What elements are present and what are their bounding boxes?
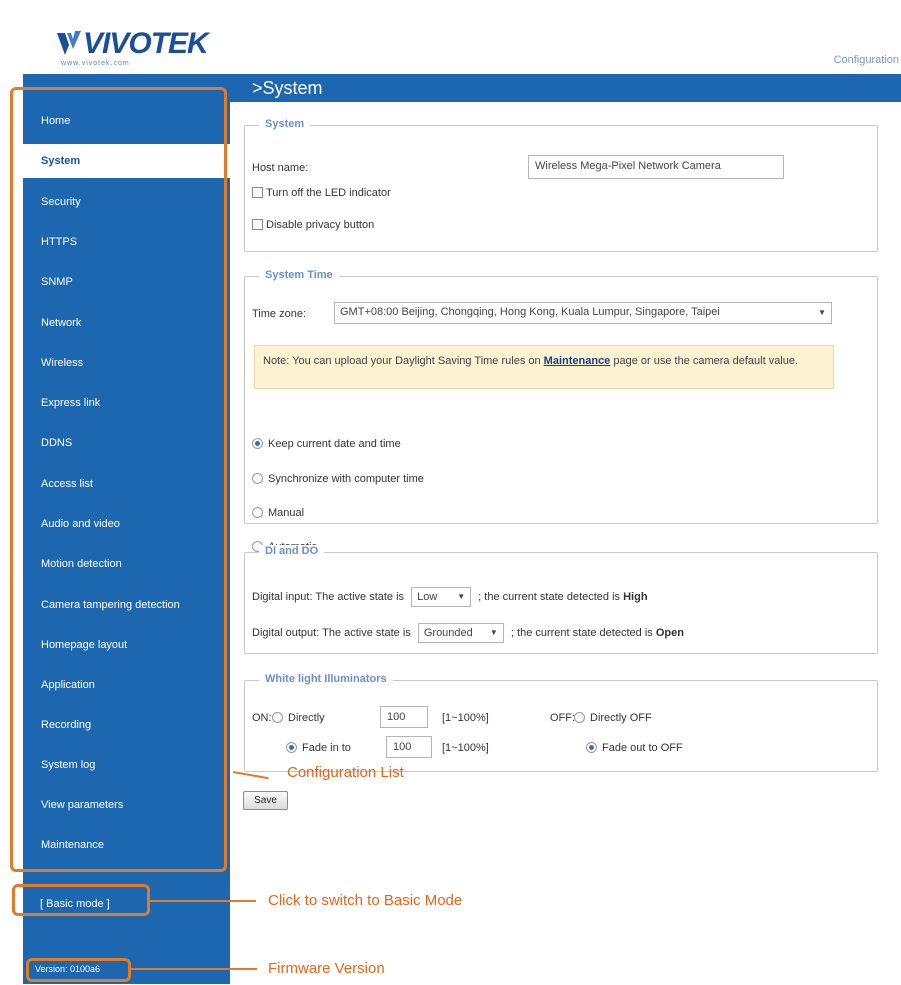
- note-text: Note: You can upload your Daylight Savin…: [263, 355, 544, 367]
- directly-off-label: Directly OFF: [590, 712, 652, 724]
- di-suffix: ; the current state detected is: [478, 591, 621, 603]
- time-option-radio[interactable]: [252, 438, 263, 449]
- page-title: >System: [252, 78, 323, 98]
- config-callout-text: Configuration List: [287, 764, 404, 781]
- host-name-input[interactable]: Wireless Mega-Pixel Network Camera: [528, 155, 784, 179]
- directly-range: [1~100%]: [442, 712, 489, 724]
- timezone-label: Time zone:: [252, 308, 307, 320]
- timezone-select[interactable]: GMT+08:00 Beijing, Chongqing, Hong Kong,…: [334, 302, 832, 324]
- directly-off-option[interactable]: Directly OFF: [574, 712, 652, 724]
- configuration-list-highlight: [10, 87, 227, 872]
- privacy-checkbox[interactable]: [252, 219, 263, 230]
- do-state: Open: [655, 627, 684, 639]
- fade-in-radio[interactable]: [286, 742, 297, 753]
- digital-output-row: Digital output: The active state is Grou…: [252, 623, 684, 643]
- firmware-callout-text: Firmware Version: [268, 960, 385, 977]
- time-option[interactable]: Synchronize with computer time: [252, 473, 424, 485]
- di-select-value: Low: [417, 591, 438, 603]
- firmware-version-highlight: [26, 958, 131, 982]
- time-option[interactable]: Keep current date and time: [252, 438, 401, 450]
- directly-label: Directly: [288, 712, 325, 724]
- timezone-value: GMT+08:00 Beijing, Chongqing, Hong Kong,…: [340, 306, 720, 318]
- fade-out-label: Fade out to OFF: [602, 742, 683, 754]
- di-do-legend: DI and DO: [259, 545, 325, 557]
- time-option-label: Manual: [268, 507, 305, 519]
- directly-radio[interactable]: [272, 712, 283, 723]
- time-option-radio[interactable]: [252, 473, 263, 484]
- time-option-label: Keep current date and time: [268, 438, 401, 450]
- do-suffix: ; the current state detected is: [510, 627, 653, 639]
- note-text-suffix: page or use the camera default value.: [610, 355, 799, 367]
- led-label: Turn off the LED indicator: [266, 187, 391, 199]
- digital-input-row: Digital input: The active state is Low ▼ …: [252, 587, 648, 607]
- save-button[interactable]: Save: [243, 791, 288, 810]
- fade-in-range: [1~100%]: [442, 742, 489, 754]
- vivotek-logo: VIVOTEK www.vivotek.com: [55, 27, 225, 71]
- time-option[interactable]: Manual: [252, 507, 304, 519]
- basic-mode-callout-text: Click to switch to Basic Mode: [268, 892, 463, 909]
- fade-in-value-input[interactable]: 100: [386, 736, 432, 758]
- logo-subtext: www.vivotek.com: [61, 60, 130, 67]
- white-light-legend: White light Illuminators: [259, 673, 393, 685]
- fade-out-option[interactable]: Fade out to OFF: [586, 742, 683, 754]
- fade-in-option[interactable]: Fade in to: [286, 742, 351, 754]
- system-legend: System: [259, 118, 311, 130]
- main-content: System Host name: Wireless Mega-Pixel Ne…: [230, 102, 901, 984]
- chevron-down-icon: ▼: [818, 308, 826, 317]
- do-select-value: Grounded: [423, 627, 473, 639]
- header: VIVOTEK www.vivotek.com Configuration: [23, 6, 901, 74]
- time-option-label: Synchronize with computer time: [268, 473, 424, 485]
- di-state: High: [623, 591, 648, 603]
- system-time-legend: System Time: [259, 269, 339, 281]
- chevron-down-icon: ▼: [457, 592, 466, 601]
- di-active-select[interactable]: Low ▼: [411, 587, 472, 607]
- chevron-down-icon: ▼: [489, 628, 498, 637]
- on-label: ON:: [252, 712, 272, 724]
- logo-text: VIVOTEK: [83, 27, 209, 60]
- do-prefix: Digital output: The active state is: [252, 627, 411, 639]
- host-name-label: Host name:: [252, 162, 309, 174]
- privacy-option[interactable]: Disable privacy button: [252, 219, 374, 231]
- off-label: OFF:: [550, 712, 576, 724]
- fade-out-radio[interactable]: [586, 742, 597, 753]
- basic-mode-callout-line: [150, 900, 256, 902]
- fade-in-label: Fade in to: [302, 742, 351, 754]
- configuration-link[interactable]: Configuration: [834, 54, 899, 66]
- directly-value-input[interactable]: 100: [380, 706, 428, 728]
- directly-option[interactable]: Directly: [272, 712, 325, 724]
- dst-note: Note: You can upload your Daylight Savin…: [254, 345, 834, 389]
- maintenance-link[interactable]: Maintenance: [544, 355, 611, 367]
- directly-off-radio[interactable]: [574, 712, 585, 723]
- white-light-section: White light Illuminators: [244, 673, 878, 772]
- di-prefix: Digital input: The active state is: [252, 591, 405, 603]
- vivotek-logo-mark-icon: [57, 31, 81, 55]
- time-option-radio[interactable]: [252, 507, 263, 518]
- basic-mode-highlight: [12, 884, 150, 916]
- firmware-callout-line: [131, 968, 257, 970]
- privacy-label: Disable privacy button: [266, 219, 375, 231]
- led-checkbox[interactable]: [252, 187, 263, 198]
- do-active-select[interactable]: Grounded ▼: [417, 623, 504, 643]
- led-option[interactable]: Turn off the LED indicator: [252, 187, 391, 199]
